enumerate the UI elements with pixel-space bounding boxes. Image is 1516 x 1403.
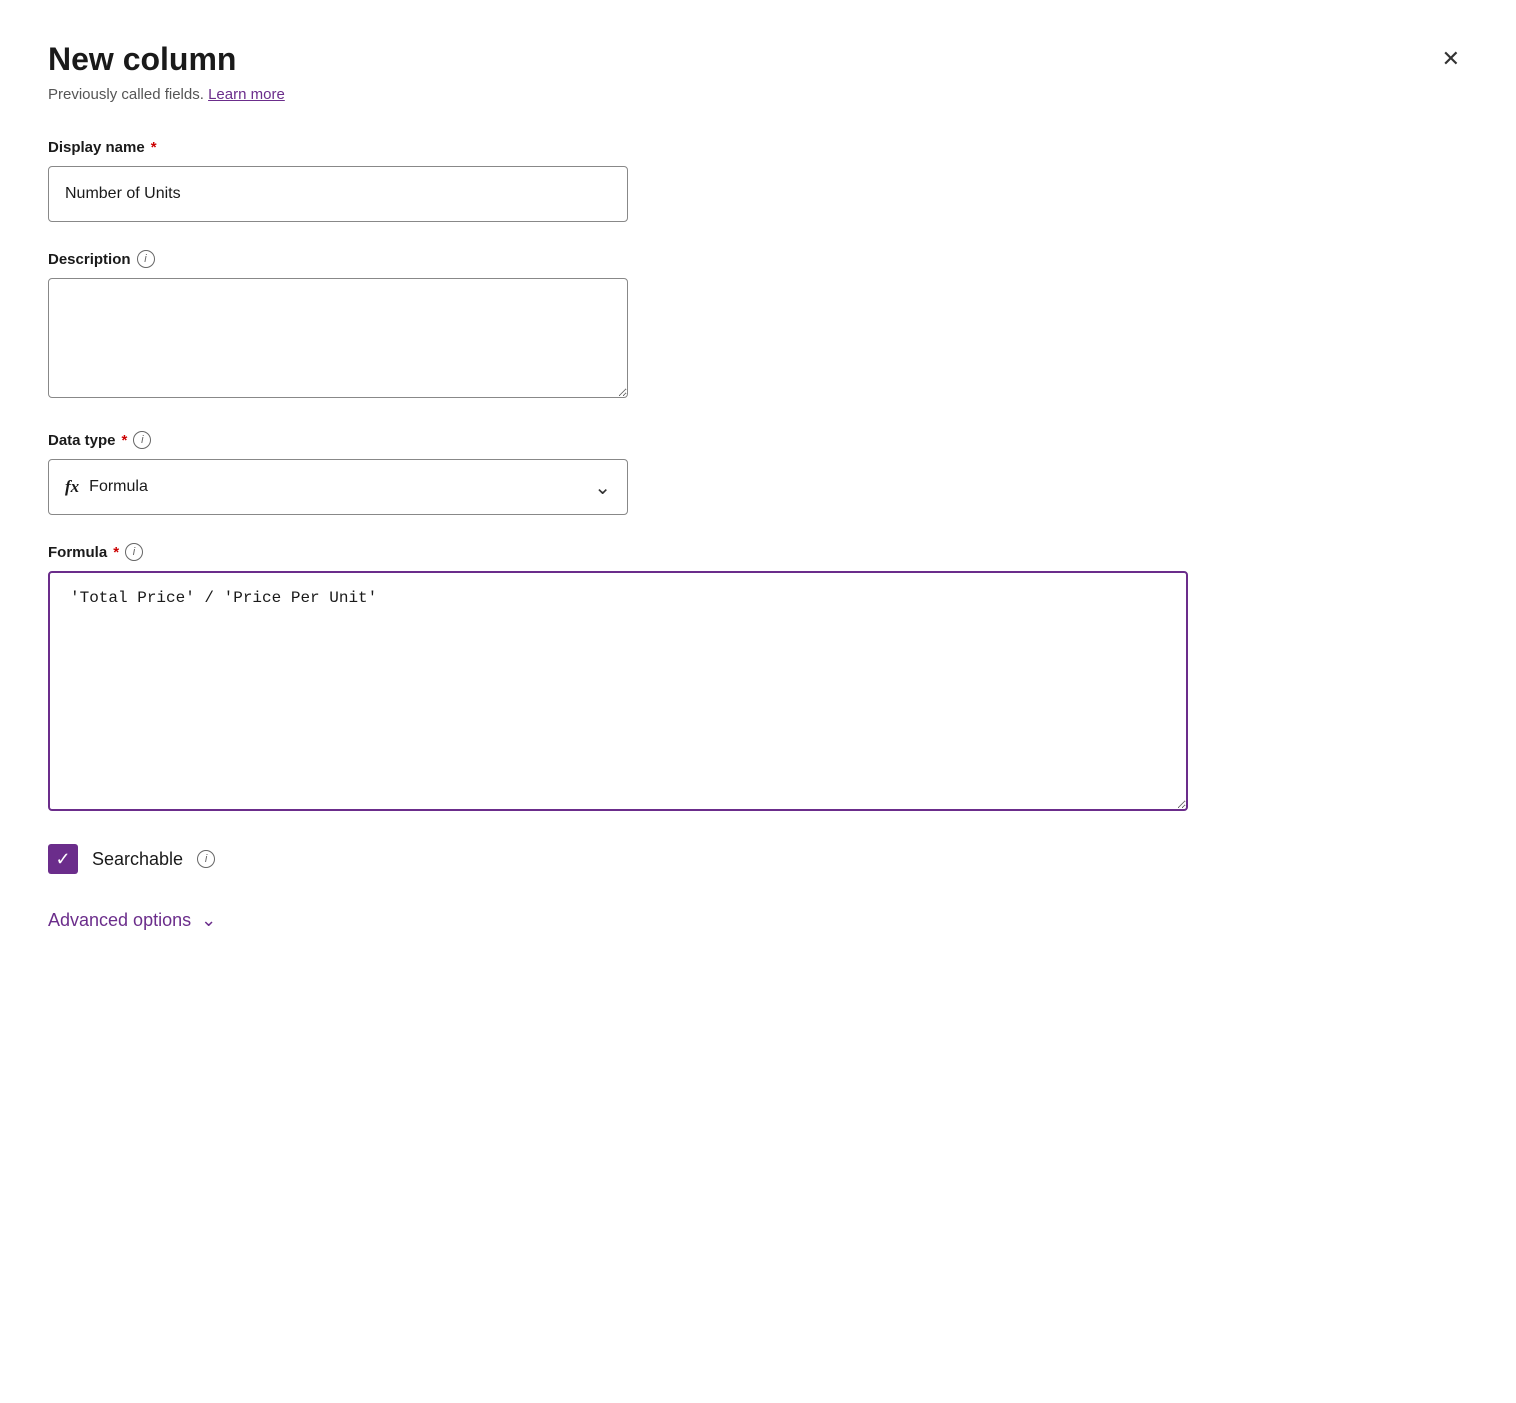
- panel-header: New column ✕: [48, 40, 1468, 78]
- description-group: Description i: [48, 250, 1468, 403]
- display-name-required: *: [151, 139, 157, 156]
- close-icon: ✕: [1442, 48, 1460, 70]
- formula-required: *: [113, 544, 119, 561]
- data-type-label: Data type * i: [48, 431, 1468, 449]
- searchable-row: ✓ Searchable i: [48, 844, 1468, 874]
- data-type-value: Formula: [89, 478, 584, 496]
- data-type-select[interactable]: fx Formula ⌄: [48, 459, 628, 515]
- formula-label: Formula * i: [48, 543, 1188, 561]
- advanced-options-chevron-icon: ⌄: [201, 910, 216, 931]
- data-type-group: Data type * i fx Formula ⌄: [48, 431, 1468, 515]
- close-button[interactable]: ✕: [1434, 40, 1468, 78]
- advanced-options-label: Advanced options: [48, 910, 191, 931]
- searchable-checkbox[interactable]: ✓: [48, 844, 78, 874]
- data-type-required: *: [122, 432, 128, 449]
- formula-input[interactable]: 'Total Price' / 'Price Per Unit': [48, 571, 1188, 811]
- display-name-input[interactable]: [48, 166, 628, 222]
- searchable-info-icon: i: [197, 850, 215, 868]
- searchable-label: Searchable: [92, 849, 183, 870]
- checkmark-icon: ✓: [55, 850, 70, 868]
- chevron-down-icon: ⌄: [594, 475, 611, 500]
- description-input[interactable]: [48, 278, 628, 398]
- data-type-info-icon: i: [133, 431, 151, 449]
- learn-more-link[interactable]: Learn more: [208, 86, 285, 103]
- advanced-options-row[interactable]: Advanced options ⌄: [48, 910, 1468, 931]
- description-label: Description i: [48, 250, 1468, 268]
- fx-icon: fx: [65, 477, 79, 497]
- formula-info-icon: i: [125, 543, 143, 561]
- display-name-label: Display name *: [48, 139, 1468, 156]
- panel-title: New column: [48, 40, 236, 78]
- formula-group: Formula * i 'Total Price' / 'Price Per U…: [48, 543, 1188, 816]
- new-column-panel: New column ✕ Previously called fields. L…: [0, 0, 1516, 1403]
- display-name-group: Display name *: [48, 139, 1468, 222]
- panel-subtitle: Previously called fields. Learn more: [48, 86, 1468, 103]
- data-type-select-wrapper: fx Formula ⌄: [48, 459, 628, 515]
- description-info-icon: i: [137, 250, 155, 268]
